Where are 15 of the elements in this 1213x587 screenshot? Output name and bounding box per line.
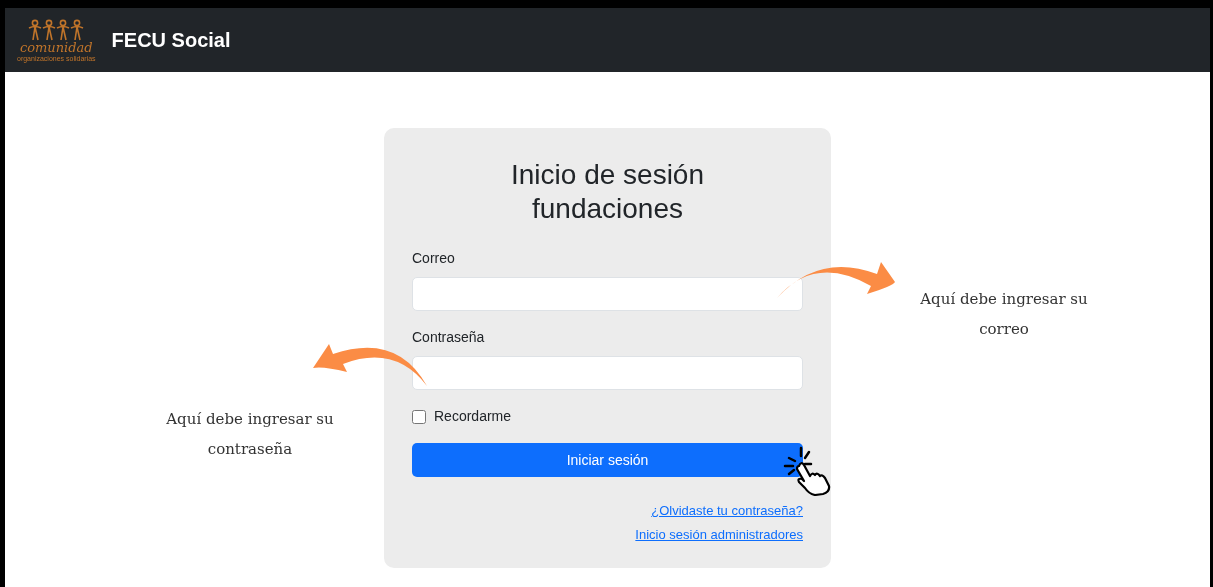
brand-title[interactable]: FECU Social [111, 25, 231, 55]
field-label: Contraseña [412, 328, 486, 347]
link[interactable]: ¿Olvidaste tu contraseña? [651, 501, 803, 521]
annotation-text: Aquí debe ingresar su contraseña [165, 409, 335, 460]
input-field[interactable] [412, 356, 803, 390]
pointer-hand-icon [783, 446, 833, 496]
login-button[interactable]: Iniciar sesión [412, 443, 803, 477]
annotation-text: Aquí debe ingresar su correo [919, 289, 1089, 340]
field-label: Correo [412, 249, 456, 268]
link[interactable]: Inicio sesión administradores [635, 524, 803, 544]
logo-word: comunidad [19, 40, 93, 54]
checkbox-label: Recordarme [434, 407, 512, 426]
checkbox[interactable] [412, 409, 426, 424]
input-field[interactable] [412, 277, 803, 311]
card-title: Inicio de sesión fundaciones [510, 158, 705, 226]
